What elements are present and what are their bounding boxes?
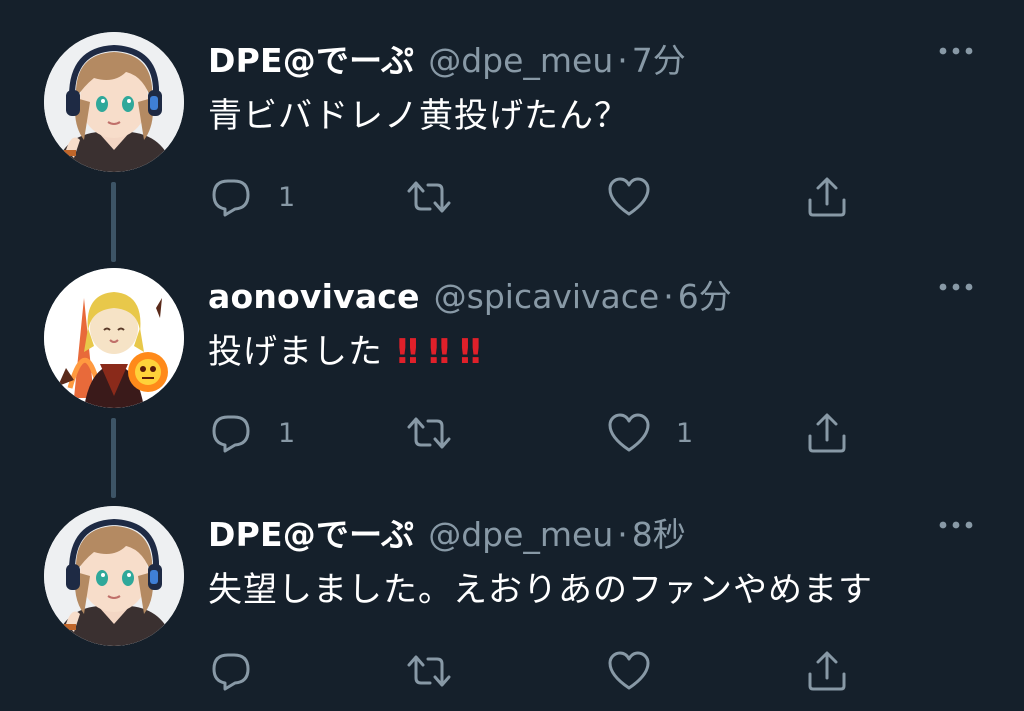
tweet-header: DPE@でーぷ @dpe_meu · 7分: [208, 34, 686, 80]
timestamp[interactable]: 6分: [678, 270, 732, 318]
retweet-icon: [404, 174, 454, 220]
avatar[interactable]: [44, 506, 184, 646]
share-icon: [804, 410, 850, 456]
tweet-text-content: 青ビバドレノ黄投げたん？: [208, 96, 630, 136]
user-handle[interactable]: @dpe_meu: [428, 41, 613, 80]
action-bar: [208, 646, 868, 696]
tweet-text: 投げました ‼ ‼ ‼: [208, 324, 491, 373]
tweet-header: DPE@でーぷ @dpe_meu · 8秒: [208, 508, 686, 554]
like-icon: [606, 410, 652, 456]
share-icon: [804, 174, 850, 220]
tweet-text: 青ビバドレノ黄投げたん？: [208, 88, 629, 137]
display-name[interactable]: DPE@でーぷ: [208, 508, 414, 556]
action-bar: 1: [208, 172, 868, 222]
reply-icon: [208, 410, 254, 456]
separator-dot: ·: [663, 277, 674, 316]
user-handle[interactable]: @spicavivace: [434, 277, 660, 316]
display-name[interactable]: aonovivace: [208, 277, 420, 316]
retweet-icon: [404, 648, 454, 694]
tweet[interactable]: DPE@でーぷ @dpe_meu · 7分 青ビバドレノ黄投げたん？ 1: [0, 32, 1024, 232]
share-button[interactable]: [804, 646, 850, 696]
reply-button[interactable]: 1: [208, 172, 295, 222]
share-icon: [804, 648, 850, 694]
double-exclamation-emoji: ‼: [459, 332, 481, 372]
share-button[interactable]: [804, 172, 850, 222]
user-handle[interactable]: @dpe_meu: [428, 515, 613, 554]
more-icon[interactable]: [936, 514, 976, 536]
like-icon: [606, 174, 652, 220]
reply-icon: [208, 648, 254, 694]
retweet-button[interactable]: [404, 646, 478, 696]
display-name[interactable]: DPE@でーぷ: [208, 34, 414, 82]
action-bar: 1 1: [208, 408, 868, 458]
retweet-button[interactable]: [404, 408, 478, 458]
share-button[interactable]: [804, 408, 850, 458]
like-button[interactable]: [606, 646, 676, 696]
avatar[interactable]: [44, 268, 184, 408]
separator-dot: ·: [617, 41, 628, 80]
double-exclamation-emoji: ‼: [428, 332, 449, 372]
reply-count: 1: [278, 181, 296, 213]
separator-dot: ·: [617, 515, 628, 554]
tweet[interactable]: DPE@でーぷ @dpe_meu · 8秒 失望しました。えおりあのファンやめま…: [0, 506, 1024, 706]
more-icon[interactable]: [936, 40, 976, 62]
double-exclamation-emoji: ‼: [397, 332, 418, 372]
reply-count: 1: [278, 417, 296, 449]
retweet-button[interactable]: [404, 172, 478, 222]
like-icon: [606, 648, 652, 694]
like-count: 1: [676, 417, 694, 449]
timestamp[interactable]: 7分: [632, 34, 686, 82]
like-button[interactable]: 1: [606, 408, 693, 458]
tweet-text-content: 投げました: [208, 332, 383, 372]
tweet-text-content: 失望しました。えおりあのファンやめます: [208, 570, 873, 610]
reply-icon: [208, 174, 254, 220]
retweet-icon: [404, 410, 454, 456]
reply-button[interactable]: 1: [208, 408, 295, 458]
more-icon[interactable]: [936, 276, 976, 298]
like-button[interactable]: [606, 172, 676, 222]
tweet[interactable]: aonovivace @spicavivace · 6分 投げました ‼ ‼ ‼ 1: [0, 268, 1024, 468]
tweet-header: aonovivace @spicavivace · 6分: [208, 270, 732, 316]
tweet-text: 失望しました。えおりあのファンやめます: [208, 562, 873, 611]
timestamp[interactable]: 8秒: [632, 508, 686, 556]
avatar[interactable]: [44, 32, 184, 172]
reply-button[interactable]: [208, 646, 278, 696]
